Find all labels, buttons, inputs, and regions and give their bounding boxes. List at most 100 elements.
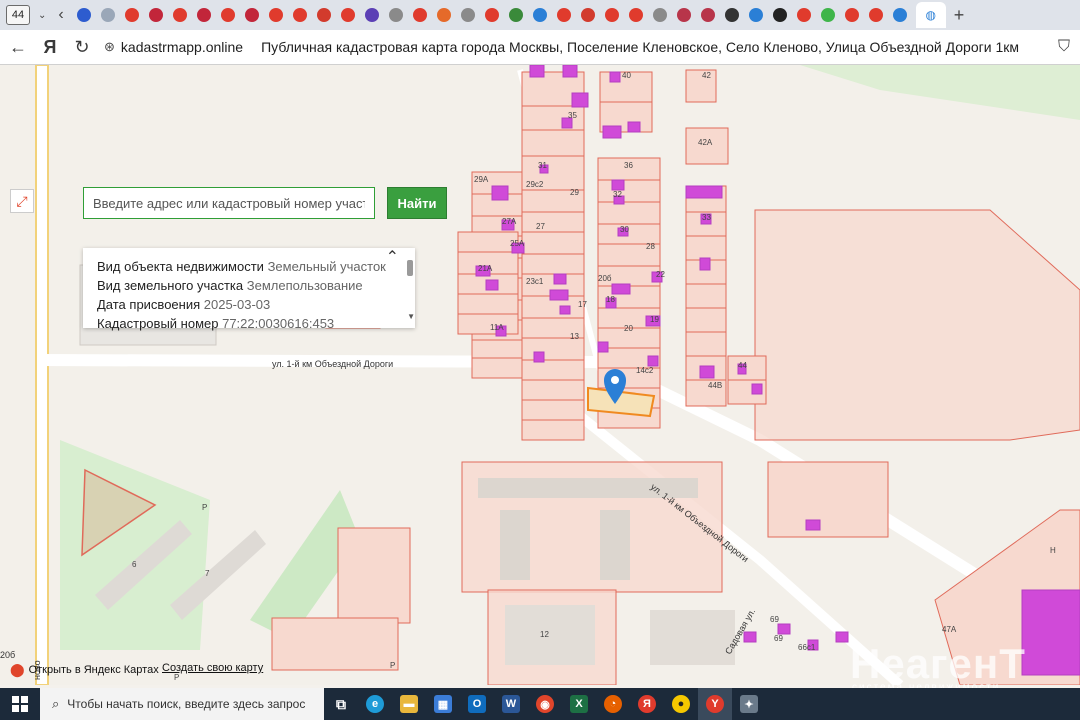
yandex-icon[interactable]: Я bbox=[36, 37, 64, 58]
tab-favicon-icon[interactable] bbox=[796, 8, 811, 22]
chevron-up-icon[interactable]: ⌃ bbox=[386, 248, 399, 267]
new-tab-icon[interactable]: + bbox=[954, 5, 965, 26]
tab-favicon-icon[interactable] bbox=[292, 8, 307, 22]
tab-favicon-icon[interactable] bbox=[484, 8, 499, 22]
tab-favicon-icon[interactable] bbox=[268, 8, 283, 22]
tab-favicon-icon[interactable] bbox=[868, 8, 883, 22]
parcel[interactable] bbox=[597, 179, 661, 203]
cadastral-map[interactable]: ул. 1-й км Объездной Дороги ул. 1-й км О… bbox=[0, 65, 1080, 685]
tab-favicon-icon[interactable] bbox=[844, 8, 859, 22]
excel-icon[interactable]: X bbox=[562, 688, 596, 720]
tab-favicon-icon[interactable] bbox=[628, 8, 643, 22]
tab-favicon-icon[interactable] bbox=[556, 8, 571, 22]
tab-favicon-icon[interactable] bbox=[172, 8, 187, 22]
tab-favicon-icon[interactable] bbox=[124, 8, 139, 22]
firefox-icon[interactable]: ◔ bbox=[596, 688, 630, 720]
chevron-down-icon[interactable]: ⌄ bbox=[38, 10, 46, 21]
create-map-link[interactable]: Создать свою карту bbox=[162, 662, 263, 674]
tab-favicon-icon[interactable] bbox=[652, 8, 667, 22]
tab-favicon-icon[interactable] bbox=[340, 8, 355, 22]
scroll-down-icon[interactable]: ▼ bbox=[407, 307, 415, 326]
tab-favicon-icon[interactable] bbox=[820, 8, 835, 22]
tab-favicon-icon[interactable] bbox=[748, 8, 763, 22]
tab-favicon-icon[interactable] bbox=[724, 8, 739, 22]
tab-favicon-icon[interactable] bbox=[244, 8, 259, 22]
back-tab-icon[interactable]: ‹ bbox=[58, 6, 63, 24]
tab-favicon-icon[interactable] bbox=[436, 8, 451, 22]
tab-favicon-icon[interactable] bbox=[460, 8, 475, 22]
parcel[interactable] bbox=[685, 307, 727, 333]
parcel[interactable] bbox=[521, 231, 585, 255]
edge-icon[interactable]: e bbox=[358, 688, 392, 720]
parcel[interactable] bbox=[685, 331, 727, 357]
search-input[interactable]: Введите адрес или кадастровый номер учас… bbox=[83, 187, 375, 219]
task-view-icon[interactable]: ⧉ bbox=[324, 688, 358, 720]
parcel[interactable] bbox=[471, 357, 523, 379]
panel-scrollbar[interactable] bbox=[407, 260, 413, 276]
map-canvas[interactable]: ул. 1-й км Объездной Дороги ул. 1-й км О… bbox=[0, 65, 1080, 685]
parcel[interactable] bbox=[521, 211, 585, 233]
site-info-icon[interactable]: ⊛ bbox=[104, 39, 115, 55]
vpn-icon[interactable]: ✦ bbox=[732, 688, 766, 720]
building-marker bbox=[485, 279, 499, 291]
parcel[interactable] bbox=[685, 235, 727, 261]
tab-favicon-icon[interactable] bbox=[148, 8, 163, 22]
parcel[interactable] bbox=[521, 253, 585, 275]
parcel[interactable] bbox=[457, 293, 519, 315]
back-arrow-icon[interactable]: ← bbox=[4, 37, 32, 58]
parcel-42[interactable] bbox=[685, 69, 717, 103]
parcel[interactable] bbox=[597, 201, 661, 225]
tab-favicon-icon[interactable] bbox=[196, 8, 211, 22]
tab-count-button[interactable]: 44 bbox=[6, 5, 30, 25]
beeline-icon[interactable]: ● bbox=[664, 688, 698, 720]
tab-favicon-icon[interactable] bbox=[604, 8, 619, 22]
parcel[interactable] bbox=[457, 313, 519, 335]
tab-favicon-icon[interactable] bbox=[772, 8, 787, 22]
fullscreen-expand-icon[interactable]: ⤢ bbox=[10, 189, 34, 213]
yandex-browser-icon[interactable]: Y bbox=[698, 688, 732, 720]
tab-favicon-icon[interactable] bbox=[700, 8, 715, 22]
tab-favicon-icon[interactable] bbox=[364, 8, 379, 22]
tab-favicon-icon[interactable] bbox=[388, 8, 403, 22]
parcel[interactable] bbox=[521, 359, 585, 381]
parcel[interactable] bbox=[597, 223, 661, 245]
yandex-icon[interactable]: Я bbox=[630, 688, 664, 720]
tab-favicon-icon[interactable] bbox=[76, 8, 91, 22]
store-icon[interactable]: ▦ bbox=[426, 688, 460, 720]
taskbar-search-input[interactable]: ⌕ Чтобы начать поиск, введите здесь запр… bbox=[40, 688, 324, 720]
url-domain[interactable]: kadastrmapp.online bbox=[121, 39, 243, 55]
parcel[interactable] bbox=[685, 283, 727, 309]
tab-favicon-icon[interactable] bbox=[892, 8, 907, 22]
chrome-icon[interactable]: ◉ bbox=[528, 688, 562, 720]
reload-icon[interactable]: ↻ bbox=[68, 37, 96, 58]
open-yandex-maps-link[interactable]: ⬤ Открыть в Яндекс Картах bbox=[10, 662, 159, 678]
tab-favicon-icon[interactable] bbox=[580, 8, 595, 22]
tab-favicon-icon[interactable] bbox=[676, 8, 691, 22]
parcel[interactable] bbox=[727, 355, 767, 381]
parcel[interactable] bbox=[521, 379, 585, 401]
bookmark-icon[interactable]: ⛉ bbox=[1058, 38, 1070, 56]
tab-favicon-icon[interactable] bbox=[532, 8, 547, 22]
tab-favicon-icon[interactable] bbox=[220, 8, 235, 22]
parcel-large-right[interactable] bbox=[754, 209, 1080, 441]
windows-start-button[interactable] bbox=[0, 688, 40, 720]
file-explorer-icon[interactable]: ▬ bbox=[392, 688, 426, 720]
parcel-bottom-left[interactable] bbox=[271, 617, 399, 671]
parcel[interactable] bbox=[521, 419, 585, 441]
word-icon[interactable]: W bbox=[494, 688, 528, 720]
outlook-icon[interactable]: O bbox=[460, 688, 494, 720]
parcel-mid-left[interactable] bbox=[337, 527, 411, 624]
parcel[interactable] bbox=[521, 399, 585, 421]
parcel[interactable] bbox=[457, 231, 519, 253]
tab-favicon-icon[interactable] bbox=[412, 8, 427, 22]
parcel-right-mid[interactable] bbox=[767, 461, 889, 538]
parcel[interactable] bbox=[521, 337, 585, 361]
parcel[interactable] bbox=[521, 129, 585, 157]
parcel[interactable] bbox=[471, 339, 523, 359]
search-button[interactable]: Найти bbox=[387, 187, 447, 219]
active-tab[interactable]: ◍ bbox=[915, 2, 946, 28]
parcel-label: Р bbox=[202, 503, 207, 512]
tab-favicon-icon[interactable] bbox=[508, 8, 523, 22]
tab-favicon-icon[interactable] bbox=[100, 8, 115, 22]
tab-favicon-icon[interactable] bbox=[316, 8, 331, 22]
